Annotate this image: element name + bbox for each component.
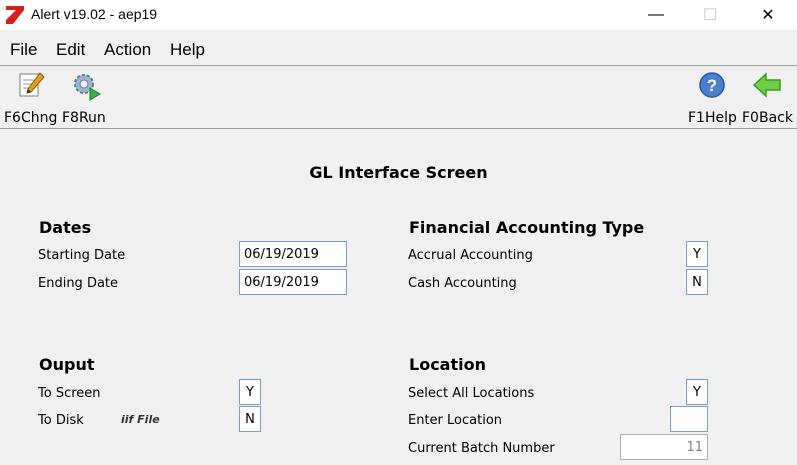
batch-number-label: Current Batch Number: [408, 441, 555, 456]
help-button[interactable]: ? F1Help: [686, 68, 738, 126]
change-label: F6Chng: [4, 110, 58, 126]
enter-location-input[interactable]: [670, 406, 708, 432]
screen-title: GL Interface Screen: [309, 163, 488, 182]
help-label: F1Help: [688, 110, 737, 126]
accrual-accounting-label: Accrual Accounting: [408, 248, 533, 263]
starting-date-input[interactable]: 06/19/2019: [239, 241, 347, 267]
accrual-accounting-input[interactable]: Y: [686, 241, 708, 267]
select-all-locations-label: Select All Locations: [408, 386, 535, 401]
title-bar: Alert v19.02 - aep19 — ☐ ✕: [0, 0, 797, 30]
menu-help[interactable]: Help: [170, 40, 205, 60]
dates-heading: Dates: [39, 218, 92, 237]
enter-location-label: Enter Location: [408, 413, 503, 428]
iif-file-note: iif File: [121, 413, 160, 426]
location-heading: Location: [409, 355, 486, 374]
menu-edit[interactable]: Edit: [56, 40, 85, 60]
cash-accounting-input[interactable]: N: [686, 269, 708, 295]
to-disk-input[interactable]: N: [239, 406, 261, 432]
starting-date-label: Starting Date: [38, 248, 126, 263]
to-disk-label: To Disk: [38, 413, 84, 428]
ending-date-label: Ending Date: [38, 276, 119, 291]
run-button[interactable]: F8Run: [62, 68, 112, 126]
svg-text:?: ?: [707, 76, 717, 95]
select-all-locations-input[interactable]: Y: [686, 379, 708, 405]
menu-file[interactable]: File: [10, 40, 37, 60]
help-question-icon: ?: [699, 72, 725, 98]
close-button[interactable]: ✕: [745, 0, 791, 30]
output-heading: Ouput: [39, 355, 95, 374]
back-label: F0Back: [742, 110, 793, 126]
to-screen-label: To Screen: [38, 386, 101, 401]
run-label: F8Run: [62, 110, 106, 126]
toolbar: F6Chng F8Run ? F1Help F0Back: [0, 66, 797, 129]
to-screen-input[interactable]: Y: [239, 379, 261, 405]
accounting-type-heading: Financial Accounting Type: [409, 218, 645, 237]
menu-bar: File Edit Action Help: [0, 31, 797, 66]
minimize-button[interactable]: —: [633, 0, 679, 30]
change-button[interactable]: F6Chng: [4, 68, 60, 126]
edit-pencil-icon: [19, 72, 45, 97]
maximize-button[interactable]: ☐: [687, 0, 733, 30]
cash-accounting-label: Cash Accounting: [408, 276, 517, 291]
menu-action[interactable]: Action: [104, 40, 151, 60]
batch-number-field: 11: [620, 434, 708, 460]
gear-run-icon: [74, 74, 101, 101]
back-button[interactable]: F0Back: [741, 68, 795, 126]
ending-date-input[interactable]: 06/19/2019: [239, 269, 347, 295]
window-title: Alert v19.02 - aep19: [31, 6, 158, 22]
app-logo-icon: [6, 6, 24, 24]
back-arrow-icon: [753, 72, 781, 98]
